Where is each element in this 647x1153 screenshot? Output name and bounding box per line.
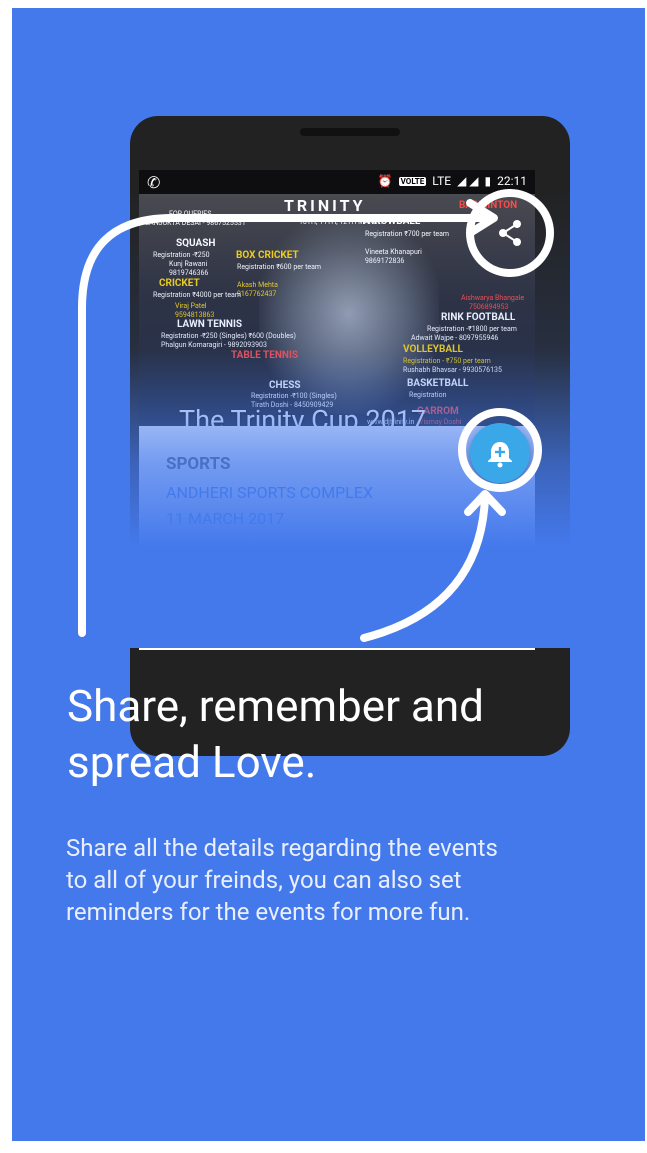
- share-icon[interactable]: [490, 213, 530, 253]
- description-line: reminders for the events for more fun.: [66, 898, 471, 926]
- headline-line: Share, remember and: [67, 680, 484, 732]
- description-line: Share all the details regarding the even…: [66, 834, 498, 862]
- onboarding-headline: Share, remember and spread Love.: [67, 678, 627, 790]
- onboarding-page: ✆ ⏰ VOLTE LTE ◢ ◢ ▮ 22:11 TRINITY 10TH, …: [12, 8, 645, 1141]
- headline-line: spread Love.: [67, 736, 317, 788]
- description-line: to all of your freinds, you can also set: [66, 866, 462, 894]
- tutorial-arrows-overlay: [78, 189, 554, 642]
- onboarding-description: Share all the details regarding the even…: [66, 832, 626, 928]
